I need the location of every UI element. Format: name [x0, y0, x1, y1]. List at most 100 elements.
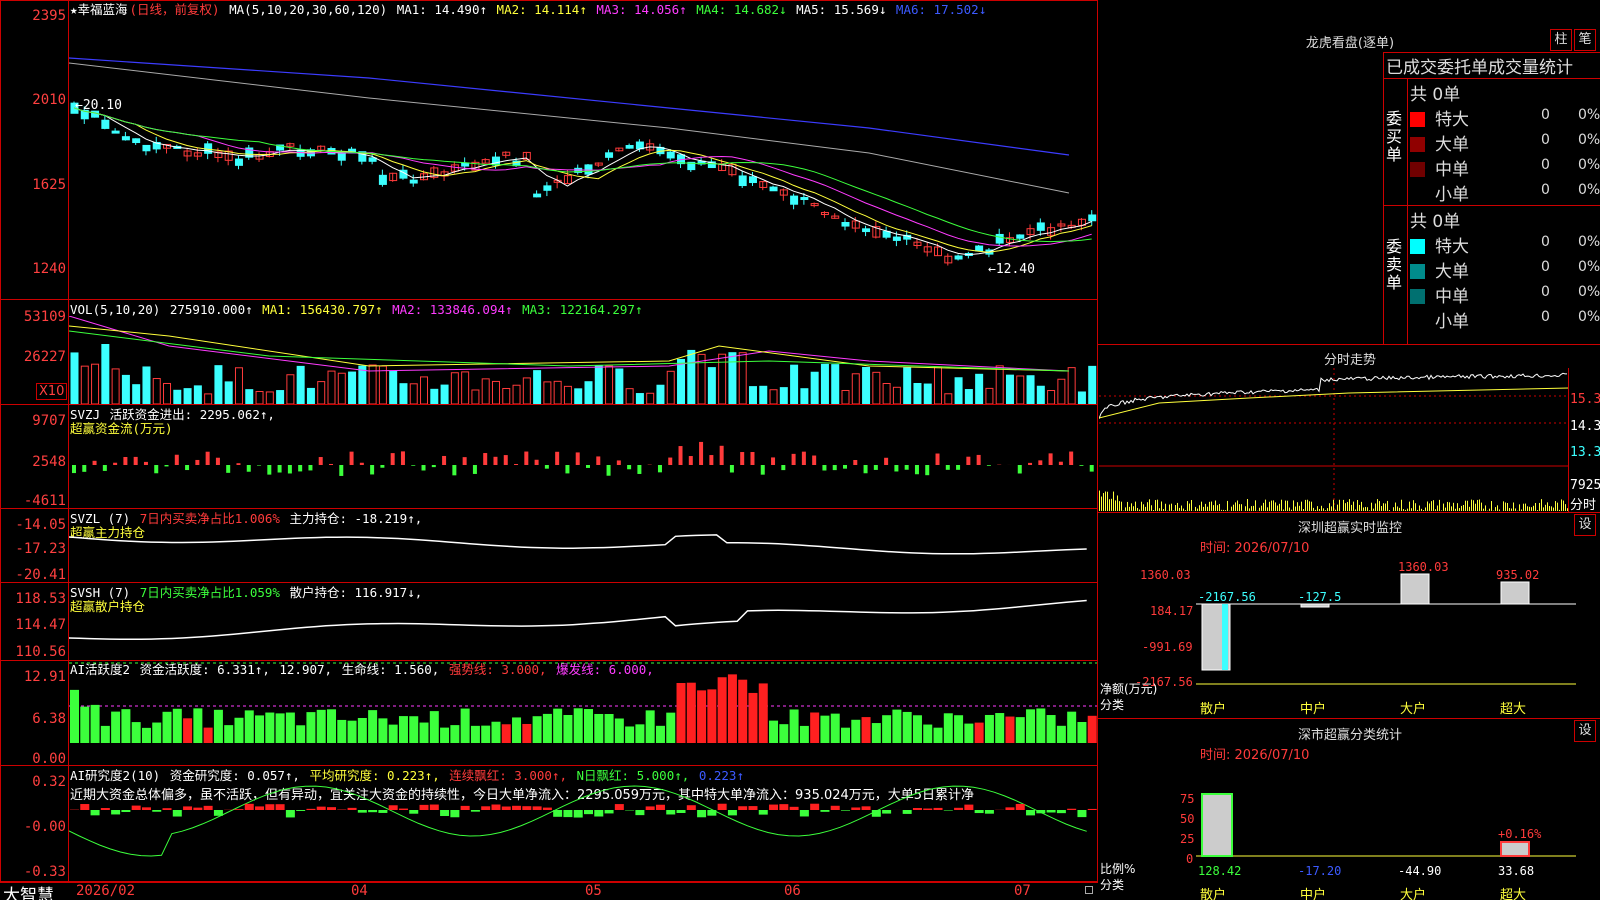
activity-bar	[501, 724, 511, 743]
bar-mode-button[interactable]: 柱	[1550, 29, 1572, 51]
candlestick-chart[interactable]	[69, 18, 1097, 299]
sz-settings-button[interactable]: 设	[1574, 514, 1596, 536]
research-bar	[460, 805, 470, 810]
research-bar	[481, 806, 491, 810]
period-label[interactable]: (日线，前复权)	[130, 2, 220, 17]
volume-bar	[450, 372, 459, 404]
fund-bar	[72, 465, 76, 474]
research-bar	[398, 808, 408, 810]
stock-title[interactable]: ★幸福蓝海	[70, 2, 128, 17]
research-bar	[131, 805, 141, 810]
volume-bar	[728, 352, 737, 404]
lock-icon[interactable]	[1085, 886, 1093, 894]
research-bar	[532, 806, 542, 810]
row-pct: 0%	[1578, 132, 1600, 148]
intraday-vol-bar	[1529, 506, 1530, 511]
activity-bar	[779, 724, 789, 743]
research-bar	[933, 807, 943, 810]
fund-bar	[657, 465, 662, 473]
activity-bar	[1067, 711, 1077, 743]
intraday-vol-bar	[1323, 508, 1324, 511]
fund-flow-chart[interactable]	[69, 405, 1097, 508]
intraday-vol-bar	[1169, 504, 1170, 511]
volume-bar	[317, 381, 326, 404]
intraday-vol-bar	[1309, 501, 1310, 511]
vol-label: VOL(5,10,20)	[70, 302, 161, 317]
sz-class-chart[interactable]: 128.42 -17.20 -44.90 33.68 +0.16%	[1196, 770, 1576, 880]
intraday-vol-bar	[1415, 503, 1416, 511]
intraday-vol-bar	[1189, 503, 1190, 511]
intraday-chart[interactable]	[1099, 368, 1569, 512]
fund-bar	[400, 451, 405, 465]
divider	[0, 299, 1098, 300]
volume-bar	[594, 365, 603, 404]
intraday-vol-bar	[1453, 502, 1454, 511]
research-bar	[255, 806, 265, 810]
intraday-vol-bar	[1547, 502, 1548, 511]
ai-research-chart[interactable]	[69, 766, 1097, 882]
activity-bar	[974, 722, 984, 743]
intraday-vol-bar	[1451, 506, 1452, 511]
intraday-vol-bar	[1113, 491, 1114, 511]
fund-bar	[771, 457, 776, 465]
volume-bar	[471, 389, 480, 404]
research-bar	[409, 810, 419, 814]
main-position-chart[interactable]	[69, 509, 1097, 582]
research-bar	[306, 808, 316, 810]
activity-bar	[522, 723, 532, 743]
intraday-vol-bar	[1379, 501, 1380, 511]
color-swatch	[1410, 239, 1425, 254]
research-bar	[604, 810, 614, 814]
fund-bar	[452, 465, 457, 476]
activity-bar	[481, 725, 491, 743]
activity-bar	[1005, 716, 1015, 743]
candle-body	[533, 193, 542, 198]
research-bar	[902, 810, 912, 814]
fund-bar	[205, 451, 210, 465]
research-bar	[1015, 803, 1025, 810]
fund-bar	[832, 465, 837, 471]
research-bar	[275, 804, 285, 810]
vol-unit-badge[interactable]: X10	[36, 383, 68, 400]
research-bar	[943, 810, 953, 811]
intraday-vol-bar	[1181, 505, 1182, 511]
research-bar	[861, 806, 871, 810]
activity-bar	[1087, 715, 1097, 743]
volume-bar	[656, 384, 665, 404]
intraday-y: 13.37	[1570, 445, 1600, 460]
activity-bar	[738, 679, 748, 743]
y-tick: 12.91	[23, 669, 66, 685]
research-bar	[1036, 810, 1046, 814]
ai-activity-chart[interactable]	[69, 661, 1097, 765]
intraday-vol-bar	[1519, 504, 1520, 511]
activity-bar	[542, 713, 552, 743]
intraday-vol-bar	[1371, 502, 1372, 511]
fl-settings-button[interactable]: 设	[1574, 720, 1596, 742]
retail-position-chart[interactable]	[69, 583, 1097, 660]
tick-mode-button[interactable]: 笔	[1574, 29, 1596, 51]
intraday-vol-bar	[1417, 509, 1418, 511]
research-bar	[666, 810, 676, 815]
fund-bar	[236, 463, 241, 465]
bar-mid	[1300, 603, 1330, 608]
volume-bar	[533, 370, 542, 404]
sz-monitor-chart[interactable]: -2167.56 -127.5 1360.03 935.02	[1196, 560, 1576, 685]
activity-bar	[347, 720, 357, 743]
activity-bar	[121, 709, 131, 743]
row-count: 0	[1541, 234, 1550, 250]
intraday-vol-bar	[1307, 499, 1308, 511]
row-name: 特大	[1435, 110, 1469, 130]
intraday-vol-bar	[1397, 506, 1398, 511]
fund-bar	[277, 465, 282, 473]
intraday-vol-bar	[1361, 501, 1362, 511]
sell-row: 特大	[1410, 232, 1469, 257]
activity-bar	[892, 709, 902, 743]
volume-chart[interactable]	[69, 316, 1097, 404]
intraday-vol-bar	[1441, 510, 1442, 511]
fund-bar	[113, 462, 118, 465]
intraday-vol-bar	[1505, 502, 1506, 511]
volume-bar	[306, 387, 315, 404]
fl-cat-retail: 散户	[1200, 888, 1227, 900]
activity-bar	[943, 713, 953, 743]
intraday-vol-bar	[1499, 509, 1500, 511]
